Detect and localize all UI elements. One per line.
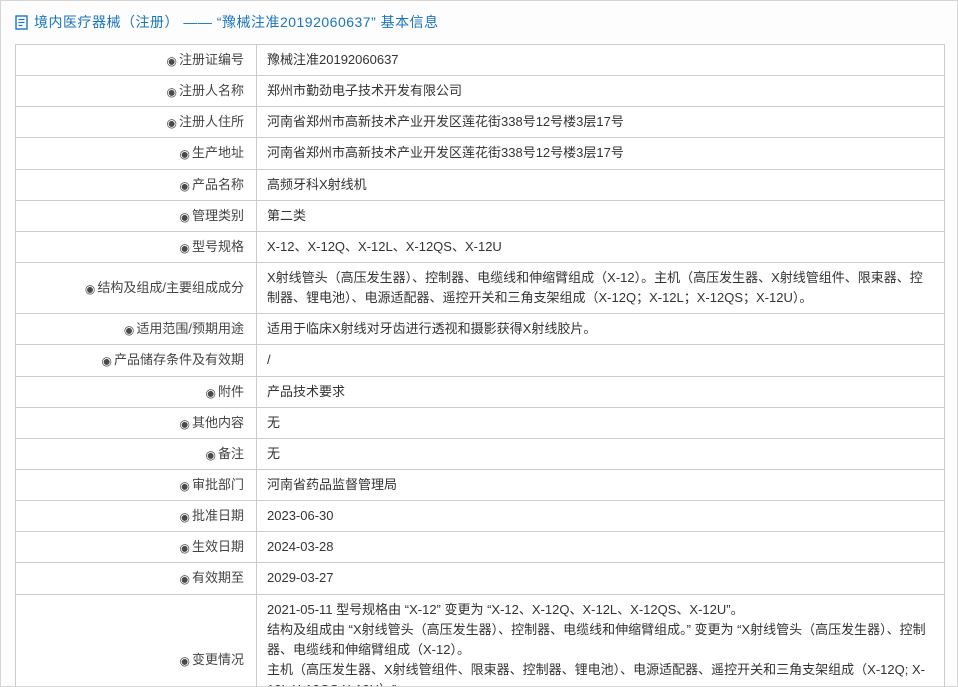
note-icon: ◉ bbox=[180, 653, 190, 669]
row-value: 河南省郑州市高新技术产业开发区莲花街338号12号楼3层17号 bbox=[257, 138, 945, 169]
row-label: ◉生效日期 bbox=[16, 532, 257, 563]
row-label-text: 附件 bbox=[218, 384, 244, 399]
table-row: ◉适用范围/预期用途 适用于临床X射线对牙齿进行透视和摄影获得X射线胶片。 bbox=[16, 314, 945, 345]
table-row: ◉备注 无 bbox=[16, 438, 945, 469]
row-label-text: 生效日期 bbox=[192, 539, 244, 554]
row-value: 产品技术要求 bbox=[257, 376, 945, 407]
note-icon: ◉ bbox=[180, 540, 190, 556]
row-label-text: 结构及组成/主要组成成分 bbox=[97, 280, 244, 295]
registration-info-table: ◉注册证编号 豫械注准20192060637 ◉注册人名称 郑州市勤劲电子技术开… bbox=[15, 44, 945, 687]
row-label: ◉审批部门 bbox=[16, 469, 257, 500]
row-label-text: 注册人住所 bbox=[179, 114, 244, 129]
table-row: ◉生效日期 2024-03-28 bbox=[16, 532, 945, 563]
row-label-text: 注册人名称 bbox=[179, 83, 244, 98]
row-label: ◉管理类别 bbox=[16, 200, 257, 231]
table-row: ◉有效期至 2029-03-27 bbox=[16, 563, 945, 594]
note-icon: ◉ bbox=[180, 478, 190, 494]
row-label-text: 生产地址 bbox=[192, 145, 244, 160]
table-row: ◉产品名称 高频牙科X射线机 bbox=[16, 169, 945, 200]
note-icon: ◉ bbox=[180, 178, 190, 194]
table-row: ◉型号规格 X-12、X-12Q、X-12L、X-12QS、X-12U bbox=[16, 231, 945, 262]
note-icon: ◉ bbox=[180, 416, 190, 432]
note-icon: ◉ bbox=[180, 240, 190, 256]
table-row: ◉产品储存条件及有效期 / bbox=[16, 345, 945, 376]
table-row: ◉注册人住所 河南省郑州市高新技术产业开发区莲花街338号12号楼3层17号 bbox=[16, 107, 945, 138]
row-value: 2029-03-27 bbox=[257, 563, 945, 594]
row-value: 河南省药品监督管理局 bbox=[257, 469, 945, 500]
row-label: ◉生产地址 bbox=[16, 138, 257, 169]
document-icon bbox=[15, 15, 28, 30]
row-value: 2023-06-30 bbox=[257, 501, 945, 532]
note-icon: ◉ bbox=[85, 281, 95, 297]
row-value: 豫械注准20192060637 bbox=[257, 45, 945, 76]
row-label: ◉结构及组成/主要组成成分 bbox=[16, 262, 257, 313]
table-row: ◉变更情况 2021-05-11 型号规格由 “X-12” 变更为 “X-12、… bbox=[16, 594, 945, 687]
row-value: 无 bbox=[257, 438, 945, 469]
table-row: ◉批准日期 2023-06-30 bbox=[16, 501, 945, 532]
row-label: ◉其他内容 bbox=[16, 407, 257, 438]
row-value: 郑州市勤劲电子技术开发有限公司 bbox=[257, 76, 945, 107]
table-row: ◉管理类别 第二类 bbox=[16, 200, 945, 231]
note-icon: ◉ bbox=[102, 353, 112, 369]
row-label-text: 注册证编号 bbox=[179, 52, 244, 67]
row-label: ◉适用范围/预期用途 bbox=[16, 314, 257, 345]
row-label: ◉备注 bbox=[16, 438, 257, 469]
row-label: ◉注册人名称 bbox=[16, 76, 257, 107]
row-label: ◉批准日期 bbox=[16, 501, 257, 532]
row-label-text: 管理类别 bbox=[192, 208, 244, 223]
page-header: 境内医疗器械（注册） —— “豫械注准20192060637” 基本信息 bbox=[1, 1, 957, 42]
table-row: ◉注册证编号 豫械注准20192060637 bbox=[16, 45, 945, 76]
row-label-text: 适用范围/预期用途 bbox=[136, 321, 244, 336]
row-value: 河南省郑州市高新技术产业开发区莲花街338号12号楼3层17号 bbox=[257, 107, 945, 138]
table-row: ◉生产地址 河南省郑州市高新技术产业开发区莲花街338号12号楼3层17号 bbox=[16, 138, 945, 169]
row-label: ◉注册证编号 bbox=[16, 45, 257, 76]
row-label-text: 批准日期 bbox=[192, 508, 244, 523]
table-row: ◉审批部门 河南省药品监督管理局 bbox=[16, 469, 945, 500]
note-icon: ◉ bbox=[180, 509, 190, 525]
row-label: ◉注册人住所 bbox=[16, 107, 257, 138]
row-label: ◉附件 bbox=[16, 376, 257, 407]
row-label: ◉型号规格 bbox=[16, 231, 257, 262]
note-icon: ◉ bbox=[180, 571, 190, 587]
table-row: ◉结构及组成/主要组成成分 X射线管头（高压发生器）、控制器、电缆线和伸缩臂组成… bbox=[16, 262, 945, 313]
row-label-text: 备注 bbox=[218, 446, 244, 461]
note-icon: ◉ bbox=[124, 322, 134, 338]
note-icon: ◉ bbox=[180, 146, 190, 162]
row-label-text: 其他内容 bbox=[192, 415, 244, 430]
row-label: ◉变更情况 bbox=[16, 594, 257, 687]
row-label-text: 有效期至 bbox=[192, 570, 244, 585]
row-value: 2024-03-28 bbox=[257, 532, 945, 563]
note-icon: ◉ bbox=[206, 385, 216, 401]
row-label-text: 型号规格 bbox=[192, 239, 244, 254]
row-value: X-12、X-12Q、X-12L、X-12QS、X-12U bbox=[257, 231, 945, 262]
row-value: / bbox=[257, 345, 945, 376]
note-icon: ◉ bbox=[206, 447, 216, 463]
note-icon: ◉ bbox=[167, 115, 177, 131]
table-row: ◉注册人名称 郑州市勤劲电子技术开发有限公司 bbox=[16, 76, 945, 107]
note-icon: ◉ bbox=[167, 84, 177, 100]
row-label: ◉有效期至 bbox=[16, 563, 257, 594]
table-row: ◉附件 产品技术要求 bbox=[16, 376, 945, 407]
page-title: 境内医疗器械（注册） —— “豫械注准20192060637” 基本信息 bbox=[34, 12, 439, 32]
row-label: ◉产品名称 bbox=[16, 169, 257, 200]
row-value: X射线管头（高压发生器）、控制器、电缆线和伸缩臂组成（X-12）。主机（高压发生… bbox=[257, 262, 945, 313]
row-value: 适用于临床X射线对牙齿进行透视和摄影获得X射线胶片。 bbox=[257, 314, 945, 345]
row-label-text: 变更情况 bbox=[192, 652, 244, 667]
row-value: 第二类 bbox=[257, 200, 945, 231]
row-label: ◉产品储存条件及有效期 bbox=[16, 345, 257, 376]
note-icon: ◉ bbox=[167, 53, 177, 69]
registration-info-panel: 境内医疗器械（注册） —— “豫械注准20192060637” 基本信息 ◉注册… bbox=[0, 0, 958, 687]
table-row: ◉其他内容 无 bbox=[16, 407, 945, 438]
row-label-text: 产品名称 bbox=[192, 177, 244, 192]
row-value: 2021-05-11 型号规格由 “X-12” 变更为 “X-12、X-12Q、… bbox=[257, 594, 945, 687]
row-label-text: 产品储存条件及有效期 bbox=[114, 352, 244, 367]
row-label-text: 审批部门 bbox=[192, 477, 244, 492]
row-value: 高频牙科X射线机 bbox=[257, 169, 945, 200]
row-value: 无 bbox=[257, 407, 945, 438]
note-icon: ◉ bbox=[180, 209, 190, 225]
